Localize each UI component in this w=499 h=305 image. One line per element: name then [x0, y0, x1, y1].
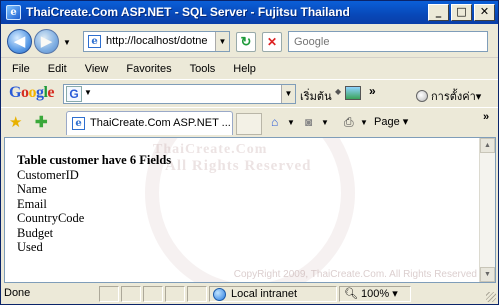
vertical-scrollbar[interactable]: ▲ ▼: [479, 138, 495, 282]
status-panel: [143, 286, 163, 302]
field-item: Name: [17, 182, 47, 196]
google-logo[interactable]: Google: [9, 84, 54, 102]
page-menu-button[interactable]: Page ▾: [374, 115, 408, 128]
refresh-icon: ↻: [240, 34, 252, 49]
settings-icon: [416, 90, 428, 102]
star-icon[interactable]: ★: [9, 113, 22, 131]
field-item: Budget: [17, 225, 54, 240]
refresh-button[interactable]: ↻: [236, 32, 256, 52]
globe-icon: [213, 288, 226, 301]
watermark-copyright: CopyRight 2009, ThaiCreate.Com. All Righ…: [233, 269, 477, 280]
menu-file[interactable]: File: [1, 63, 38, 75]
image-search-icon[interactable]: [345, 86, 361, 100]
home-icon[interactable]: ⌂: [271, 115, 278, 129]
field-item: CountryCode: [17, 211, 85, 225]
close-button[interactable]: ✕: [474, 4, 495, 21]
title-bar: e ThaiCreate.Com ASP.NET - SQL Server - …: [1, 1, 498, 24]
field-item: Used: [17, 240, 43, 254]
print-dropdown[interactable]: ▼: [360, 118, 368, 127]
zoom-label: 100%: [361, 288, 390, 300]
google-settings-label: การตั้งค่า: [431, 91, 476, 103]
google-search-field[interactable]: G ▼ ▼: [63, 84, 296, 104]
scroll-up-icon[interactable]: ▲: [480, 138, 495, 153]
zone-label: Local intranet: [231, 288, 298, 300]
back-button[interactable]: ◀: [7, 29, 32, 54]
google-options-dropdown[interactable]: ▼: [84, 88, 92, 97]
window-title: ThaiCreate.Com ASP.NET - SQL Server - Fu…: [26, 5, 350, 19]
tab-thaicreate[interactable]: e ThaiCreate.Com ASP.NET ...: [66, 111, 233, 135]
google-search-arrow-icon[interactable]: ◆: [335, 87, 341, 96]
printer-icon[interactable]: ⎙: [344, 115, 354, 130]
home-dropdown[interactable]: ▼: [287, 118, 295, 127]
google-toolbar: Google G ▼ ▼ เริ่มต้น ◆ » การตั้งค่า▾: [1, 79, 498, 106]
new-tab-button[interactable]: [236, 113, 262, 135]
minimize-button[interactable]: _: [428, 4, 449, 21]
page-icon: e: [88, 35, 101, 48]
menu-edit[interactable]: Edit: [38, 63, 75, 75]
feed-dropdown[interactable]: ▼: [321, 118, 329, 127]
status-text: Done: [4, 287, 31, 299]
address-dropdown[interactable]: ▼: [215, 32, 229, 51]
stop-button[interactable]: ✕: [262, 32, 282, 52]
google-history-dropdown[interactable]: ▼: [281, 85, 295, 103]
watermark-rights: All Rights Reserved: [165, 158, 312, 174]
stop-icon: ✕: [266, 35, 278, 49]
status-panel: [165, 286, 185, 302]
security-zone[interactable]: Local intranet: [209, 286, 337, 302]
search-input[interactable]: [289, 32, 487, 51]
search-box[interactable]: [288, 31, 488, 52]
recent-pages-dropdown[interactable]: ▼: [63, 38, 71, 47]
forward-button[interactable]: ▶: [34, 29, 59, 54]
field-listing: Table customer have 6 Fields CustomerID …: [17, 153, 171, 255]
address-bar[interactable]: e http://localhost/dotne ▼: [83, 31, 230, 52]
add-favorite-icon[interactable]: ✚: [35, 113, 48, 131]
scroll-down-icon[interactable]: ▼: [480, 267, 495, 282]
page-icon: e: [72, 117, 85, 130]
forward-arrow-icon: ▶: [40, 32, 53, 50]
zoom-level-button[interactable]: 🔍︎ 100% ▾: [339, 286, 411, 302]
status-panel: [121, 286, 141, 302]
resize-grip[interactable]: [486, 292, 496, 302]
field-item: CustomerID: [17, 167, 79, 182]
ie-app-icon: e: [6, 5, 21, 20]
window-controls: _ □ ✕: [428, 4, 495, 21]
menu-help[interactable]: Help: [223, 63, 264, 75]
status-panel: [99, 286, 119, 302]
toolbar-more-button[interactable]: »: [483, 111, 489, 123]
tab-bar: ★ ✚ e ThaiCreate.Com ASP.NET ... ⌂ ▼ ◙ ▼…: [1, 107, 498, 136]
maximize-button[interactable]: □: [451, 4, 472, 21]
address-url[interactable]: http://localhost/dotne: [106, 35, 214, 47]
status-bar: Done Local intranet 🔍︎ 100% ▾: [1, 284, 498, 304]
google-search-button[interactable]: เริ่มต้น: [300, 87, 332, 105]
tab-label: ThaiCreate.Com ASP.NET ...: [90, 117, 231, 129]
google-settings-button[interactable]: การตั้งค่า▾: [416, 87, 481, 105]
google-g-icon[interactable]: G: [66, 86, 82, 102]
menu-bar: File Edit View Favorites Tools Help: [1, 59, 498, 79]
menu-tools[interactable]: Tools: [180, 63, 224, 75]
status-panel: [187, 286, 207, 302]
menu-favorites[interactable]: Favorites: [116, 63, 179, 75]
back-arrow-icon: ◀: [13, 32, 26, 50]
field-item: Email: [17, 196, 47, 211]
rss-feed-icon[interactable]: ◙: [305, 115, 312, 129]
browser-window: e ThaiCreate.Com ASP.NET - SQL Server - …: [0, 0, 499, 305]
page-content: ThaiCreate.Com All Rights Reserved CopyR…: [4, 137, 496, 283]
magnifier-icon: 🔍︎: [344, 288, 358, 300]
table-heading: Table customer have 6 Fields: [17, 153, 172, 167]
google-more-button[interactable]: »: [369, 84, 376, 98]
menu-view[interactable]: View: [75, 63, 117, 75]
address-toolbar: ◀ ▶ ▼ e http://localhost/dotne ▼ ↻ ✕: [1, 25, 498, 58]
